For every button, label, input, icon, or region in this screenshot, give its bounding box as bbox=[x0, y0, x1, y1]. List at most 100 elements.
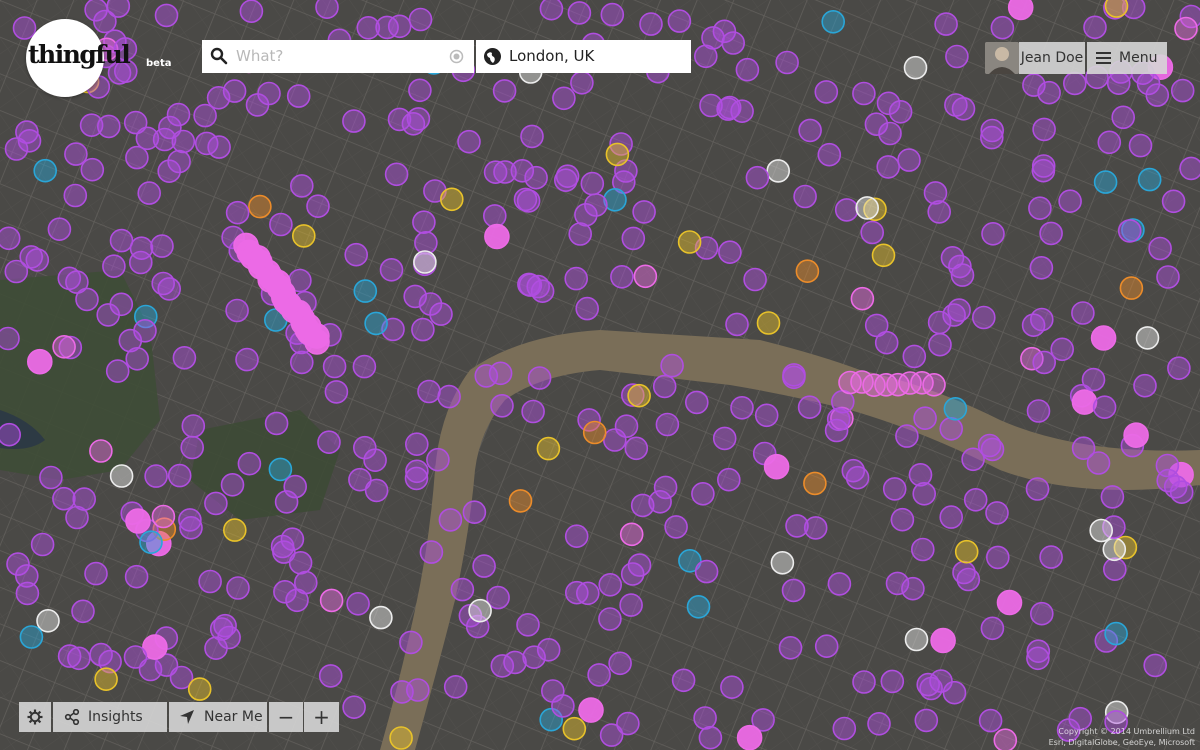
thing-marker[interactable] bbox=[4, 137, 29, 161]
thing-marker[interactable] bbox=[632, 200, 656, 224]
thing-marker[interactable] bbox=[671, 668, 696, 693]
thing-marker[interactable] bbox=[693, 44, 718, 69]
thing-marker[interactable] bbox=[712, 426, 737, 451]
thing-marker[interactable] bbox=[439, 187, 464, 212]
zoom-in-button[interactable]: + bbox=[304, 702, 339, 732]
thing-marker[interactable] bbox=[860, 220, 885, 245]
thing-marker[interactable] bbox=[468, 598, 492, 623]
menu-button[interactable]: Menu bbox=[1087, 42, 1167, 74]
thing-marker[interactable] bbox=[827, 572, 852, 596]
thing-marker[interactable] bbox=[399, 630, 423, 655]
thing-marker[interactable] bbox=[89, 439, 113, 463]
thing-marker[interactable] bbox=[0, 226, 21, 251]
near-me-button[interactable]: Near Me bbox=[169, 702, 267, 732]
thing-marker[interactable] bbox=[864, 313, 889, 338]
thing-marker[interactable] bbox=[1133, 373, 1157, 398]
thing-marker[interactable] bbox=[904, 627, 929, 652]
thing-marker[interactable] bbox=[239, 0, 264, 23]
thing-marker[interactable] bbox=[817, 142, 842, 167]
thing-marker[interactable] bbox=[65, 505, 89, 530]
thing-marker[interactable] bbox=[503, 650, 527, 675]
thing-marker[interactable] bbox=[551, 694, 575, 718]
thing-marker[interactable] bbox=[401, 112, 426, 136]
thing-marker[interactable] bbox=[785, 514, 809, 538]
thing-marker[interactable] bbox=[283, 474, 308, 499]
clear-target-icon[interactable] bbox=[449, 49, 464, 64]
thing-marker[interactable] bbox=[413, 250, 437, 274]
thing-marker[interactable] bbox=[63, 183, 88, 208]
thing-marker[interactable] bbox=[30, 532, 55, 557]
thing-marker[interactable] bbox=[220, 472, 245, 497]
thing-marker[interactable] bbox=[664, 515, 688, 539]
thing-marker[interactable] bbox=[745, 165, 770, 190]
thing-marker[interactable] bbox=[691, 481, 715, 506]
thing-marker[interactable] bbox=[1128, 133, 1153, 158]
thing-marker[interactable] bbox=[897, 148, 921, 172]
thing-marker[interactable] bbox=[426, 447, 450, 472]
thing-marker[interactable] bbox=[985, 501, 1009, 525]
thing-marker[interactable] bbox=[536, 436, 561, 461]
thing-marker[interactable] bbox=[1174, 16, 1198, 41]
thing-marker[interactable] bbox=[403, 284, 428, 309]
thing-marker[interactable] bbox=[927, 200, 952, 224]
thing-marker[interactable] bbox=[939, 505, 964, 529]
thing-marker[interactable] bbox=[1032, 350, 1056, 375]
thing-marker[interactable] bbox=[1063, 71, 1087, 96]
thing-marker[interactable] bbox=[187, 677, 212, 701]
thing-marker[interactable] bbox=[903, 55, 928, 80]
thing-marker[interactable] bbox=[109, 464, 134, 488]
thing-marker[interactable] bbox=[105, 359, 130, 383]
thing-marker[interactable] bbox=[852, 670, 876, 694]
thing-marker[interactable] bbox=[319, 588, 344, 613]
thing-marker[interactable] bbox=[154, 3, 179, 28]
thing-marker[interactable] bbox=[317, 430, 341, 455]
thing-marker[interactable] bbox=[462, 500, 487, 525]
thing-marker[interactable] bbox=[137, 181, 161, 205]
thing-marker[interactable] bbox=[718, 240, 742, 264]
thing-marker[interactable] bbox=[375, 15, 399, 40]
thing-marker[interactable] bbox=[793, 184, 817, 209]
thing-marker[interactable] bbox=[832, 716, 857, 741]
thing-marker[interactable] bbox=[304, 329, 330, 355]
thing-marker[interactable] bbox=[693, 706, 717, 730]
thing-marker[interactable] bbox=[318, 664, 343, 688]
thing-marker[interactable] bbox=[876, 155, 901, 179]
thing-marker[interactable] bbox=[902, 344, 927, 369]
thing-marker[interactable] bbox=[890, 507, 915, 532]
thing-marker[interactable] bbox=[985, 545, 1010, 570]
thing-marker[interactable] bbox=[754, 403, 779, 428]
thing-marker[interactable] bbox=[273, 579, 297, 604]
thing-marker[interactable] bbox=[1156, 265, 1180, 289]
thing-marker[interactable] bbox=[171, 129, 196, 154]
thing-marker[interactable] bbox=[922, 372, 946, 397]
thing-marker[interactable] bbox=[1081, 367, 1106, 392]
thing-marker[interactable] bbox=[878, 121, 902, 146]
thing-marker[interactable] bbox=[225, 200, 250, 225]
thing-marker[interactable] bbox=[1135, 326, 1160, 350]
thing-marker[interactable] bbox=[725, 312, 749, 337]
thing-marker[interactable] bbox=[942, 303, 966, 327]
thing-marker[interactable] bbox=[0, 326, 20, 351]
thing-marker[interactable] bbox=[268, 457, 293, 482]
thing-marker[interactable] bbox=[653, 475, 678, 500]
thing-marker[interactable] bbox=[144, 464, 168, 488]
thing-marker[interactable] bbox=[980, 616, 1005, 641]
thing-marker[interactable] bbox=[913, 406, 937, 431]
thing-marker[interactable] bbox=[269, 212, 293, 237]
thing-marker[interactable] bbox=[235, 347, 259, 372]
thing-marker[interactable] bbox=[102, 254, 126, 279]
settings-button[interactable] bbox=[19, 702, 51, 732]
thing-marker[interactable] bbox=[57, 644, 82, 668]
thing-marker[interactable] bbox=[1100, 485, 1125, 509]
thing-marker[interactable] bbox=[908, 462, 933, 487]
thing-marker[interactable] bbox=[582, 420, 607, 445]
thing-marker[interactable] bbox=[324, 380, 349, 404]
thing-marker[interactable] bbox=[766, 159, 791, 183]
thing-marker[interactable] bbox=[1090, 325, 1117, 351]
thing-marker[interactable] bbox=[443, 674, 468, 699]
thing-marker[interactable] bbox=[125, 145, 149, 170]
thing-marker[interactable] bbox=[322, 354, 347, 379]
thing-marker[interactable] bbox=[763, 453, 790, 480]
thing-marker[interactable] bbox=[483, 160, 508, 184]
thing-marker[interactable] bbox=[36, 608, 60, 633]
